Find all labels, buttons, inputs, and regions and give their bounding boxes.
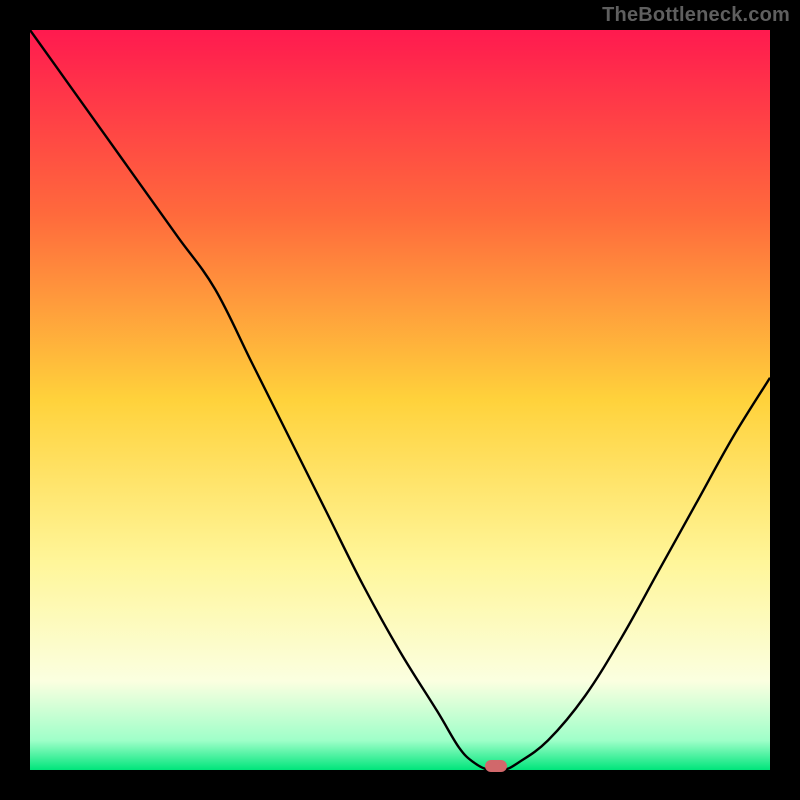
background-gradient — [30, 30, 770, 770]
plot-area — [30, 30, 770, 770]
watermark-text: TheBottleneck.com — [602, 4, 790, 27]
gradient-rect — [30, 30, 770, 770]
optimal-marker — [485, 760, 507, 772]
chart-frame: TheBottleneck.com — [0, 0, 800, 800]
